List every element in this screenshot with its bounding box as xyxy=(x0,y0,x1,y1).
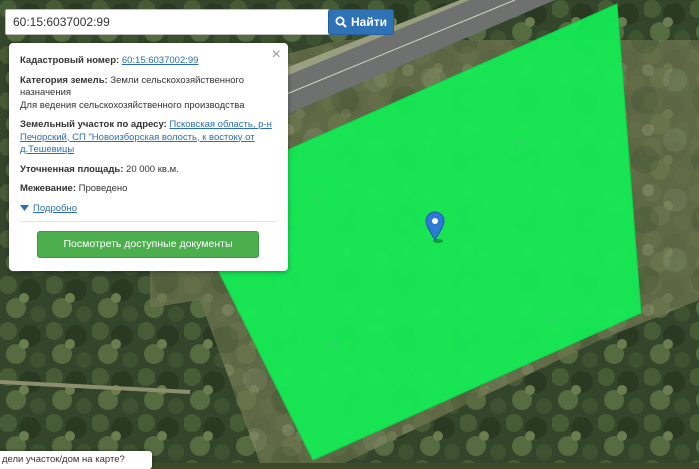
cadastral-number-row: Кадастровый номер: 60:15:6037002:99 xyxy=(20,55,276,68)
usage-value: Для ведения сельскохозяйственного произв… xyxy=(20,99,245,111)
cadastral-label: Кадастровый номер: xyxy=(20,55,120,66)
parcel-info-panel: × Кадастровый номер: 60:15:6037002:99 Ка… xyxy=(9,43,288,271)
category-label: Категория земель: xyxy=(20,74,108,86)
address-row: Земельный участок по адресу: Псковская о… xyxy=(20,119,276,157)
search-button[interactable]: Найти xyxy=(328,9,394,35)
category-row: Категория земель: Земли сельскохозяйстве… xyxy=(20,75,276,113)
search-input[interactable] xyxy=(5,9,330,35)
survey-label: Межевание: xyxy=(20,183,76,194)
area-value: 20 000 кв.м. xyxy=(126,163,179,175)
triangle-down-icon xyxy=(20,204,29,211)
address-label: Земельный участок по адресу: xyxy=(20,119,167,130)
survey-row: Межевание: Проведено xyxy=(20,183,276,196)
close-icon[interactable]: × xyxy=(272,47,281,63)
bottom-tooltip[interactable]: дели участок/дом на карте? xyxy=(0,451,152,469)
cadastral-number-link[interactable]: 60:15:6037002:99 xyxy=(122,55,199,66)
search-button-label: Найти xyxy=(351,15,387,29)
search-icon xyxy=(335,16,347,28)
more-details-link[interactable]: Подробно xyxy=(33,203,77,214)
area-row: Уточненная площадь: 20 000 кв.м. xyxy=(20,164,276,177)
area-label: Уточненная площадь: xyxy=(20,163,124,175)
view-documents-button[interactable]: Посмотреть доступные документы xyxy=(37,230,259,258)
more-details-toggle[interactable]: Подробно xyxy=(20,203,276,214)
divider xyxy=(20,220,276,222)
survey-value: Проведено xyxy=(78,183,128,194)
